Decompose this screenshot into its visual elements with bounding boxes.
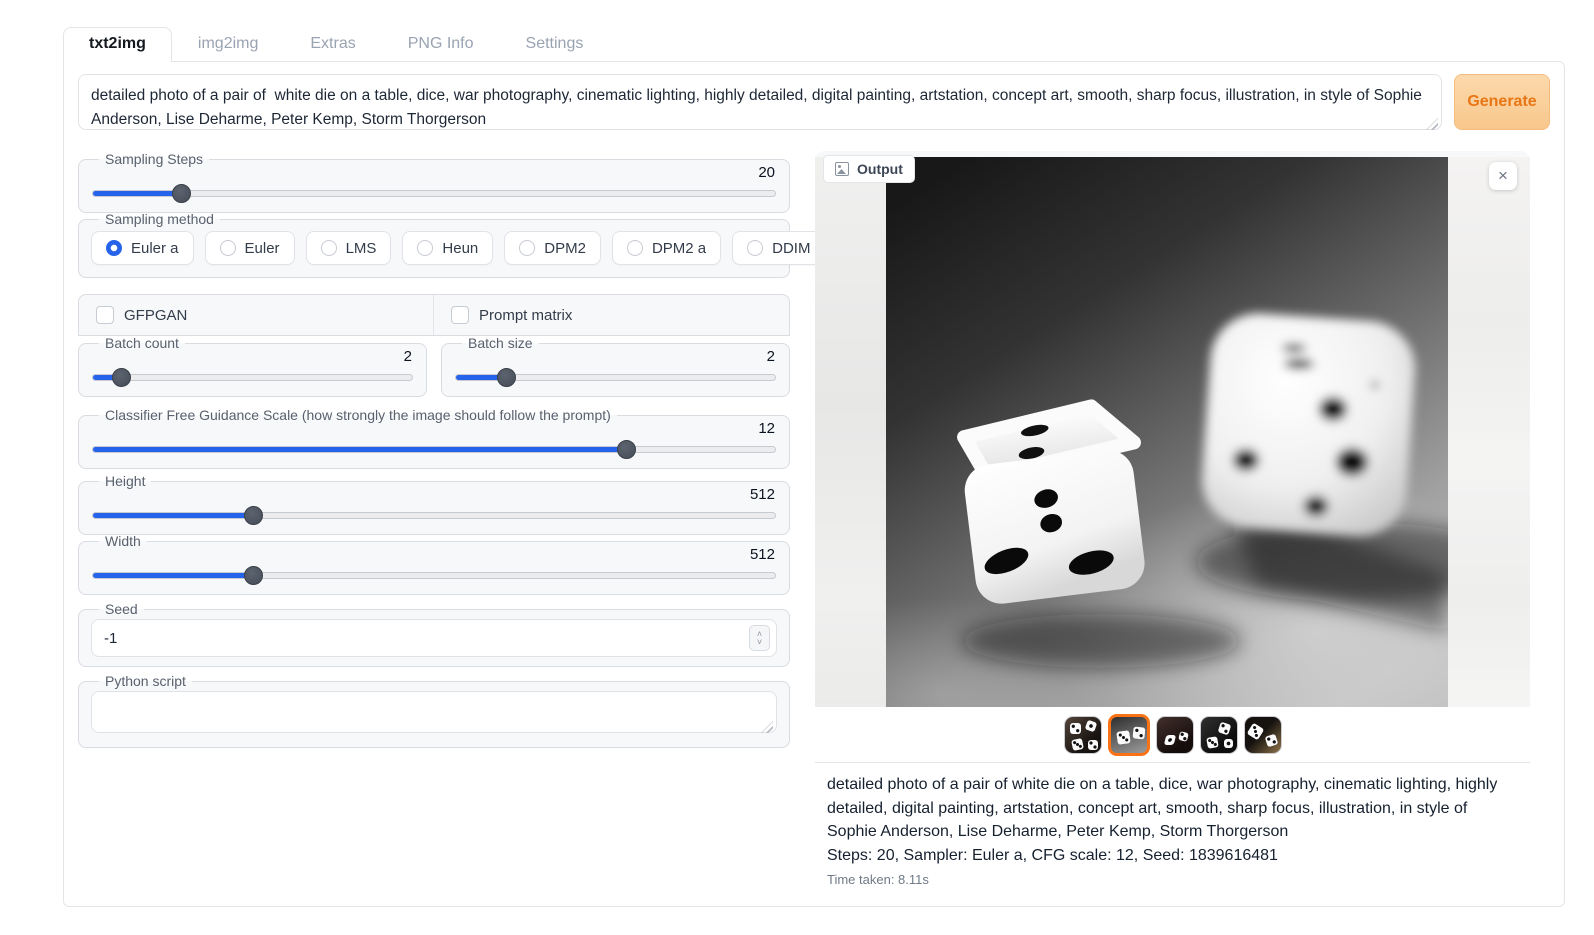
width-group: Width 512	[78, 533, 790, 595]
slider-handle[interactable]	[172, 184, 191, 203]
sampling-steps-group: Sampling Steps 20	[78, 151, 790, 213]
seed-input[interactable]	[91, 619, 777, 657]
gfpgan-checkbox[interactable]	[96, 306, 114, 324]
tab-extras[interactable]: Extras	[284, 27, 381, 61]
close-icon[interactable]: ×	[1489, 162, 1517, 190]
image-icon	[835, 162, 849, 176]
gallery-thumbnail[interactable]	[1200, 716, 1238, 754]
gallery-thumbnails	[815, 707, 1530, 762]
batch-size-label: Batch size	[462, 335, 539, 351]
generate-button[interactable]: Generate	[1454, 74, 1550, 130]
slider-handle[interactable]	[497, 368, 516, 387]
batch-count-group: Batch count 2	[78, 335, 427, 397]
image-letterbox-left	[815, 157, 886, 707]
cfg-scale-slider[interactable]	[92, 440, 776, 459]
output-panel: Output ×	[815, 151, 1530, 898]
generated-image	[886, 157, 1448, 707]
image-letterbox-right	[1448, 157, 1530, 707]
python-script-label: Python script	[99, 673, 192, 689]
python-script-group: Python script	[78, 673, 790, 748]
gallery-thumbnail[interactable]	[1108, 714, 1150, 756]
sampling-method-option[interactable]: DDIM	[732, 231, 825, 265]
seed-group: Seed ˄˅	[78, 601, 790, 667]
prompt-matrix-label[interactable]: Prompt matrix	[479, 307, 572, 324]
sampling-method-label: Sampling method	[99, 211, 220, 227]
postprocess-row: GFPGAN Prompt matrix	[78, 294, 790, 336]
caption-params: Steps: 20, Sampler: Euler a, CFG scale: …	[827, 844, 1518, 868]
height-slider[interactable]	[92, 506, 776, 525]
slider-handle[interactable]	[244, 566, 263, 585]
number-spinner[interactable]: ˄˅	[749, 625, 770, 651]
output-tab[interactable]: Output	[823, 155, 915, 183]
gallery-thumbnail[interactable]	[1064, 716, 1102, 754]
generation-info: detailed photo of a pair of white die on…	[815, 762, 1530, 898]
cfg-scale-label: Classifier Free Guidance Scale (how stro…	[99, 407, 617, 423]
sampling-method-group: Sampling method Euler a Euler	[78, 211, 790, 278]
sampling-steps-label: Sampling Steps	[99, 151, 209, 167]
cfg-scale-group: Classifier Free Guidance Scale (how stro…	[78, 407, 790, 469]
width-value: 512	[91, 546, 775, 563]
batch-count-slider[interactable]	[92, 368, 413, 387]
sampling-method-option[interactable]: LMS	[306, 231, 392, 265]
tab-bar: txt2img img2img Extras PNG Info Settings	[63, 27, 1565, 61]
settings-column: Sampling Steps 20 Sampling method Euler	[78, 151, 790, 748]
gallery-thumbnail[interactable]	[1156, 716, 1194, 754]
sampling-method-option[interactable]: DPM2	[504, 231, 601, 265]
radio-icon	[747, 240, 763, 256]
sampling-method-options: Euler a Euler LMS Heun	[91, 227, 777, 268]
prompt-input[interactable]: detailed photo of a pair of white die on…	[78, 74, 1442, 130]
python-script-input[interactable]	[91, 691, 777, 733]
batch-count-label: Batch count	[99, 335, 185, 351]
gfpgan-label[interactable]: GFPGAN	[124, 307, 187, 324]
radio-icon	[627, 240, 643, 256]
tab-settings[interactable]: Settings	[500, 27, 610, 61]
radio-icon	[519, 240, 535, 256]
width-label: Width	[99, 533, 147, 549]
height-group: Height 512	[78, 473, 790, 535]
height-label: Height	[99, 473, 151, 489]
slider-handle[interactable]	[112, 368, 131, 387]
height-value: 512	[91, 486, 775, 503]
output-tab-label: Output	[857, 161, 903, 177]
batch-size-group: Batch size 2	[441, 335, 790, 397]
radio-icon	[321, 240, 337, 256]
caption-prompt: detailed photo of a pair of white die on…	[827, 773, 1518, 844]
slider-handle[interactable]	[244, 506, 263, 525]
radio-icon	[220, 240, 236, 256]
gallery-thumbnail[interactable]	[1244, 716, 1282, 754]
seed-label: Seed	[99, 601, 144, 617]
txt2img-app: txt2img img2img Extras PNG Info Settings…	[63, 27, 1565, 907]
batch-size-slider[interactable]	[455, 368, 776, 387]
tab-txt2img[interactable]: txt2img	[63, 27, 172, 62]
radio-icon	[106, 240, 122, 256]
prompt-matrix-checkbox[interactable]	[451, 306, 469, 324]
sampling-steps-slider[interactable]	[92, 184, 776, 203]
tab-panel: detailed photo of a pair of white die on…	[63, 61, 1565, 907]
sampling-method-option[interactable]: Euler	[205, 231, 295, 265]
width-slider[interactable]	[92, 566, 776, 585]
tab-png-info[interactable]: PNG Info	[382, 27, 500, 61]
time-taken: Time taken: 8.11s	[827, 870, 1518, 889]
sampling-method-option[interactable]: Heun	[402, 231, 493, 265]
radio-icon	[417, 240, 433, 256]
generated-image-viewer[interactable]	[815, 157, 1530, 707]
sampling-method-option[interactable]: DPM2 a	[612, 231, 721, 265]
slider-handle[interactable]	[617, 440, 636, 459]
tab-img2img[interactable]: img2img	[172, 27, 284, 61]
sampling-method-option[interactable]: Euler a	[91, 231, 194, 265]
